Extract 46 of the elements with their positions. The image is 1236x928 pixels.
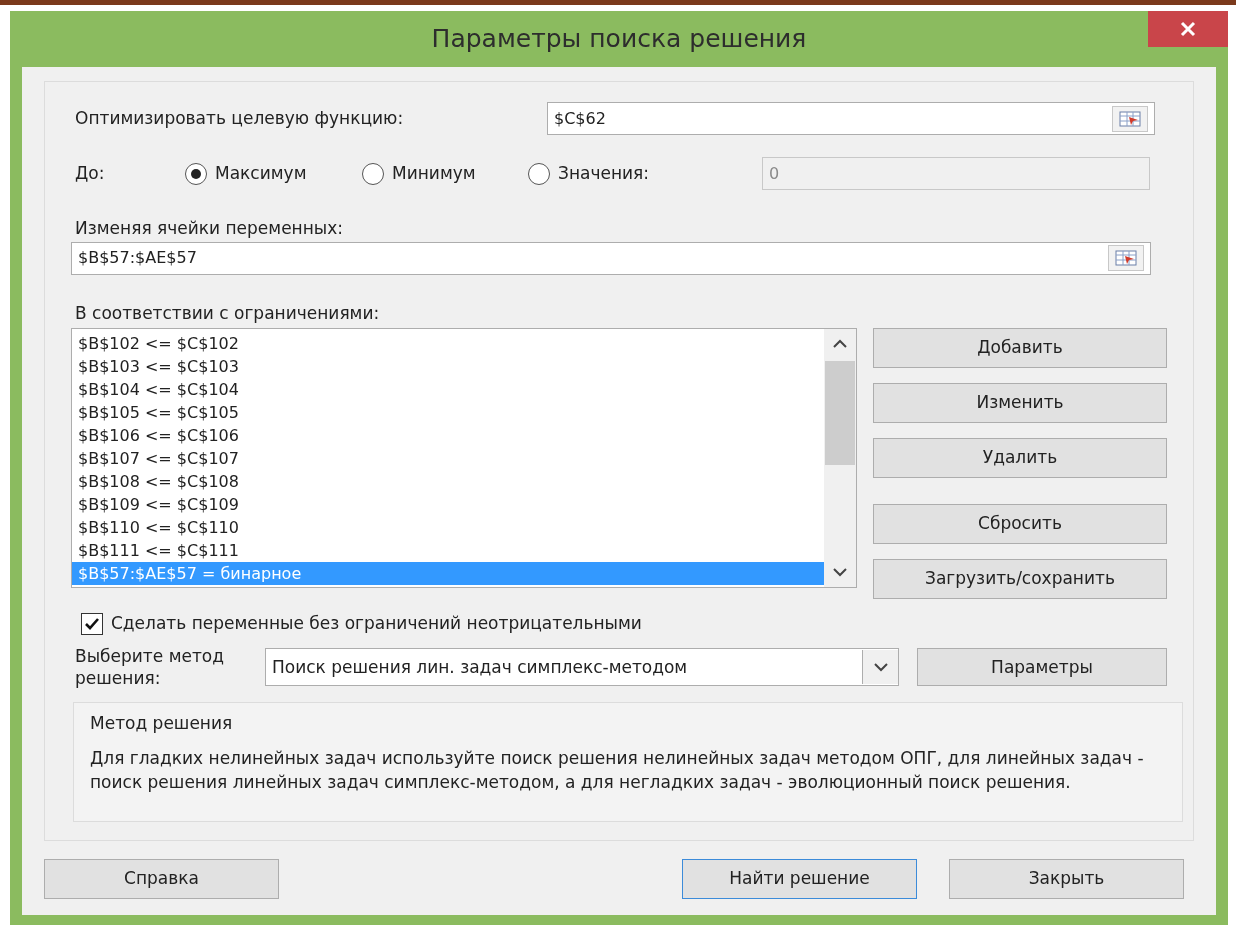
constraint-item[interactable]: $B$106 <= $C$106	[72, 424, 824, 447]
field-label: Выберите метод решения:	[75, 644, 225, 691]
radio-label: Минимум	[392, 161, 476, 185]
radio-label: Значения:	[558, 161, 650, 185]
constraint-item[interactable]: $B$111 <= $C$111	[72, 539, 824, 562]
variable-cells-field[interactable]: $B$57:$AE$57	[71, 241, 1151, 275]
dialog-button[interactable]: Изменить	[873, 383, 1167, 423]
description-title: Метод решения	[90, 712, 234, 736]
method-dropdown[interactable]: Поиск решения лин. задач симплекс-методом	[265, 648, 899, 687]
constraint-item[interactable]: $B$107 <= $C$107	[72, 447, 824, 470]
target-field[interactable]: $C$62	[547, 102, 1155, 135]
constraint-item[interactable]: $B$103 <= $C$103	[72, 355, 824, 378]
radio-label: Максимум	[215, 161, 307, 185]
field-label: До:	[75, 161, 106, 185]
check-icon	[84, 616, 100, 631]
radio-button[interactable]	[528, 162, 550, 185]
constraint-item[interactable]: $B$104 <= $C$104	[72, 378, 824, 401]
constraint-item[interactable]: $B$110 <= $C$110	[72, 516, 824, 539]
field-label: Изменяя ячейки переменных:	[75, 217, 345, 240]
range-picker-icon	[1119, 110, 1141, 127]
dialog-button[interactable]: Загрузить/сохранить	[873, 559, 1167, 599]
dialog-button[interactable]: Найти решение	[682, 859, 917, 899]
options-button[interactable]: Параметры	[917, 648, 1167, 687]
constraint-item[interactable]: $B$102 <= $C$102	[72, 332, 824, 355]
checkbox[interactable]	[81, 612, 103, 635]
dialog-button[interactable]: Добавить	[873, 328, 1167, 368]
close-icon	[1180, 21, 1196, 37]
range-picker-button[interactable]	[1108, 245, 1144, 271]
checkbox-label: Сделать переменные без ограничений неотрицательными	[111, 612, 642, 635]
constraint-item[interactable]: $B$108 <= $C$108	[72, 470, 824, 493]
dialog-button[interactable]: Удалить	[873, 438, 1167, 478]
range-picker-icon	[1115, 250, 1137, 266]
radio-button[interactable]	[362, 162, 384, 185]
field-label: Оптимизировать целевую функцию:	[75, 106, 405, 130]
close-button[interactable]	[1148, 11, 1228, 47]
scrollbar-thumb[interactable]	[825, 361, 855, 465]
range-picker-button[interactable]	[1112, 105, 1148, 132]
description-text: Для гладких нелинейных задач используйте поиск решения нелинейных задач методом ОПГ, для линейных задач - поиск решения линейных задач симплекс-методом, а для негладких задач - эволюционный поиск решения.	[90, 746, 1145, 794]
radio-button[interactable]	[185, 162, 207, 185]
constraint-item[interactable]: $B$105 <= $C$105	[72, 401, 824, 424]
dialog-button[interactable]: Справка	[44, 859, 279, 899]
dialog-button[interactable]: Закрыть	[949, 859, 1184, 899]
dialog-button[interactable]: Сбросить	[873, 504, 1167, 544]
window-title: Параметры поиска решения	[431, 23, 807, 56]
constraint-item[interactable]: $B$109 <= $C$109	[72, 493, 824, 516]
field-label: В соответствии с ограничениями:	[75, 301, 381, 325]
